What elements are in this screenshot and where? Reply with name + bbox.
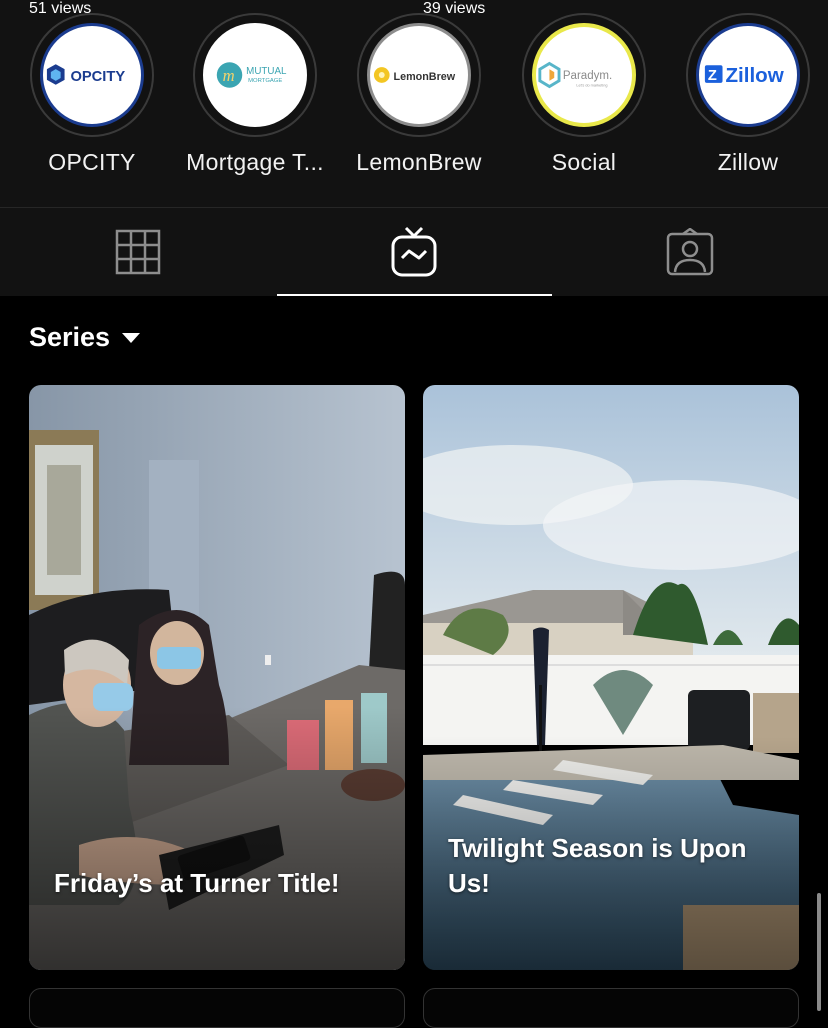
paradym-logo-subtext: Let's do marketing (576, 84, 607, 88)
zillow-logo-text: Zillow (725, 64, 784, 87)
highlight-zillow[interactable]: Z Zillow Zillow (666, 13, 828, 183)
card-views: 51 views (29, 0, 92, 17)
tagged-icon (666, 228, 714, 276)
profile-tab-bar (0, 207, 828, 296)
lemonbrew-logo-text: LemonBrew (394, 71, 456, 83)
mutual-mortgage-logo-icon: m MUTUAL MORTGAGE (216, 62, 287, 88)
svg-text:m: m (223, 66, 235, 85)
mutual-mortgage-logo: m MUTUAL MORTGAGE (203, 23, 307, 127)
chevron-down-icon (122, 332, 141, 343)
igtv-card-next[interactable] (29, 988, 405, 1028)
series-dropdown[interactable]: Series (29, 322, 141, 353)
paradym-logo-icon: Paradym. Let's do marketing (538, 61, 612, 89)
tab-igtv[interactable] (276, 208, 552, 296)
grid-icon (115, 229, 161, 275)
active-tab-indicator (277, 294, 552, 296)
opcity-logo-icon: OPCITY (46, 64, 125, 85)
card-title: Twilight Season is Upon Us! (448, 833, 747, 898)
highlight-ring: OPCITY (30, 13, 154, 137)
highlight-mortgage[interactable]: m MUTUAL MORTGAGE Mortgage T... (173, 13, 337, 183)
igtv-icon (391, 226, 437, 277)
paradym-logo: Paradym. Let's do marketing (532, 23, 636, 127)
opcity-logo: OPCITY (40, 23, 144, 127)
svg-text:Z: Z (708, 68, 717, 84)
highlight-label: Zillow (717, 149, 779, 175)
tab-grid[interactable] (0, 208, 276, 296)
card-views-container: 39 views (423, 0, 485, 18)
card-views: 39 views (423, 0, 486, 17)
igtv-card-next[interactable] (423, 988, 799, 1028)
highlight-opcity[interactable]: OPCITY OPCITY (10, 13, 174, 183)
series-label: Series (29, 322, 111, 352)
highlight-ring: Paradym. Let's do marketing (522, 13, 646, 137)
opcity-logo-text: OPCITY (70, 69, 125, 85)
card-views-container: 51 views (29, 0, 91, 18)
mutual-logo-subtext: MORTGAGE (248, 78, 282, 84)
igtv-card-twilight-season[interactable]: Twilight Season is Upon Us! (423, 385, 799, 970)
highlight-label: Social (551, 149, 617, 175)
igtv-card-turner-title[interactable]: Friday’s at Turner Title! (29, 385, 405, 970)
lemonbrew-logo: LemonBrew (367, 23, 471, 127)
scrollbar[interactable] (817, 893, 821, 1011)
tab-tagged[interactable] (552, 208, 828, 296)
paradym-logo-text: Paradym. (563, 70, 612, 82)
highlight-ring: m MUTUAL MORTGAGE (193, 13, 317, 137)
highlight-ring: LemonBrew (357, 13, 481, 137)
highlight-social[interactable]: Paradym. Let's do marketing Social (502, 13, 666, 183)
zillow-logo: Z Zillow (696, 23, 800, 127)
card-title: Friday’s at Turner Title! (54, 868, 340, 898)
story-highlights: OPCITY OPCITY m MUTUAL MORTGAGE Mortgage… (0, 0, 828, 207)
highlight-label: OPCITY (48, 149, 136, 175)
lemonbrew-logo-icon: LemonBrew (373, 67, 456, 83)
highlight-label: LemonBrew (356, 149, 482, 175)
highlight-ring: Z Zillow (686, 13, 810, 137)
mutual-logo-text: MUTUAL (246, 66, 287, 77)
zillow-logo-icon: Z Zillow (704, 64, 785, 87)
highlight-label: Mortgage T... (186, 149, 324, 175)
highlight-lemonbrew[interactable]: LemonBrew LemonBrew (337, 13, 501, 183)
